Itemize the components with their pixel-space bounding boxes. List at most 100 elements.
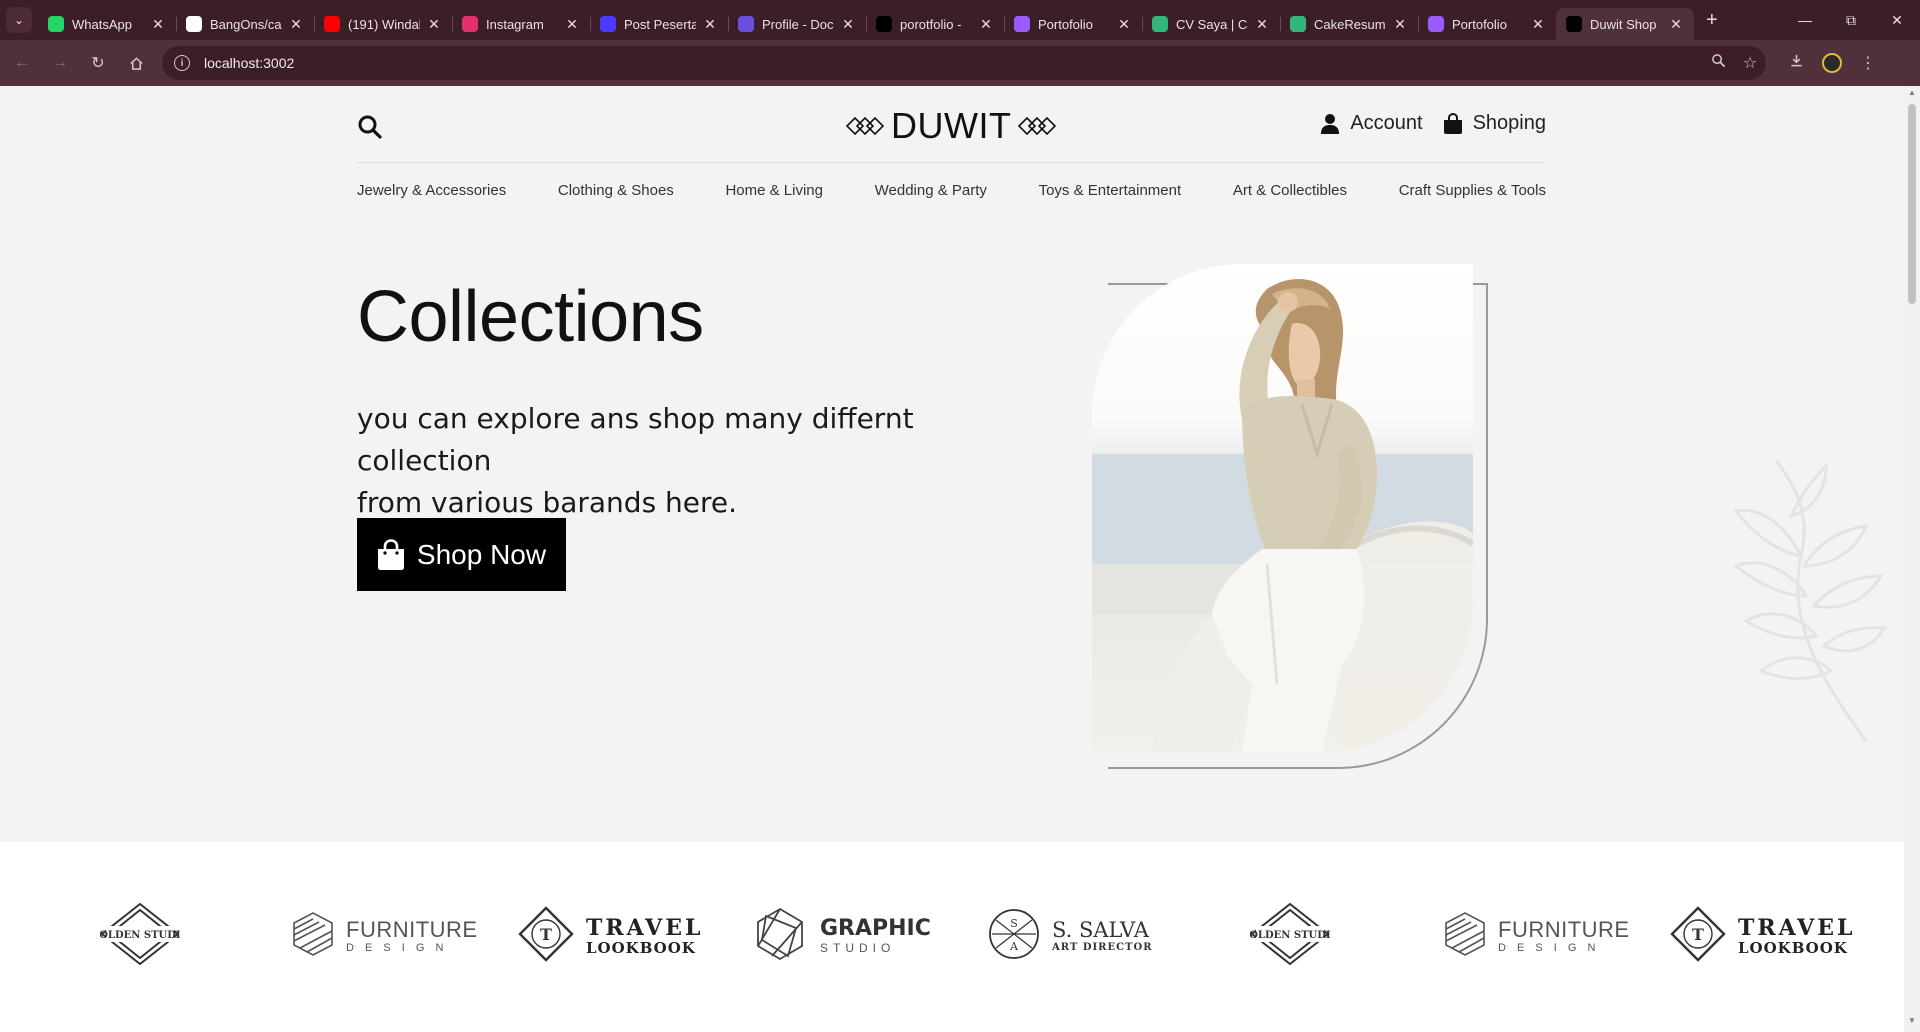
browser-tab[interactable]: Portofolio ✕	[1418, 8, 1556, 40]
hero-title: Collections	[357, 277, 704, 357]
svg-text:S: S	[1010, 917, 1018, 930]
account-label: Account	[1350, 112, 1423, 134]
browser-tab-strip: ⌄ WhatsApp ✕ BangOns/ca ✕ (191) Windal ✕ Insta…	[0, 0, 1920, 40]
brand-logo-graphic-studio[interactable]: GRAPHIC STUDIO	[752, 902, 931, 970]
reload-button[interactable]: ↻	[82, 47, 114, 79]
brand-logo-furniture-design[interactable]: FURNITURE D E S I G N	[1444, 902, 1630, 970]
restore-button[interactable]: ⧉	[1828, 0, 1874, 40]
site-logo[interactable]: DUWIT	[845, 105, 1057, 146]
browser-tab[interactable]: Post Peserta ✕	[590, 8, 728, 40]
browser-tab[interactable]: CV Saya | Ca ✕	[1142, 8, 1280, 40]
brand-logo-travel-lookbook[interactable]: T TRAVEL LOOKBOOK	[518, 902, 703, 970]
category-link[interactable]: Craft Supplies & Tools	[1399, 182, 1546, 208]
account-link[interactable]: Account	[1320, 112, 1423, 135]
vite-icon	[1428, 16, 1444, 32]
svg-text:GOLDEN STUDIO: GOLDEN STUDIO	[100, 930, 180, 941]
browser-menu-icon[interactable]: ⋮	[1850, 53, 1886, 73]
svg-text:A: A	[1009, 940, 1019, 953]
brand-logo-furniture-design[interactable]: FURNITURE D E S I G N	[292, 902, 478, 970]
tab-close-icon[interactable]: ✕	[840, 16, 856, 33]
url-text[interactable]: localhost:3002	[204, 55, 1702, 71]
github-icon	[186, 16, 202, 32]
zoom-icon	[600, 16, 616, 32]
travel-lookbook-icon: T	[518, 905, 574, 967]
tab-close-icon[interactable]: ✕	[150, 16, 166, 33]
category-link[interactable]: Jewelry & Accessories	[357, 182, 506, 208]
svg-text:T: T	[1692, 925, 1704, 944]
browser-tab[interactable]: WhatsApp ✕	[38, 8, 176, 40]
graphic-studio-icon	[752, 906, 808, 967]
svg-text:T: T	[540, 925, 552, 944]
tab-close-icon[interactable]: ✕	[978, 16, 994, 33]
category-link[interactable]: Home & Living	[725, 182, 823, 208]
bookmark-star-icon[interactable]: ☆	[1734, 53, 1766, 73]
close-window-button[interactable]: ✕	[1874, 0, 1920, 40]
shop-now-label: Shop Now	[416, 538, 547, 570]
doc-icon	[738, 16, 754, 32]
brand-logo-golden-studio[interactable]: GOLDEN STUDIO	[1241, 902, 1340, 970]
forward-button[interactable]: →	[44, 47, 76, 79]
cakeresume-icon	[1152, 16, 1168, 32]
tab-close-icon[interactable]: ✕	[426, 16, 442, 33]
furniture-design-icon	[1444, 911, 1486, 962]
category-link[interactable]: Toys & Entertainment	[1039, 182, 1182, 208]
golden-studio-icon: GOLDEN STUDIO	[91, 902, 190, 971]
download-icon[interactable]	[1778, 53, 1814, 73]
browser-tab[interactable]: BangOns/ca ✕	[176, 8, 314, 40]
hero-model-photo	[1092, 264, 1473, 752]
brand-logo-s-salva[interactable]: S A S. SALVA ART DIRECTOR	[988, 902, 1153, 970]
address-bar[interactable]: i localhost:3002 ☆	[162, 46, 1766, 80]
tab-close-icon[interactable]: ✕	[702, 16, 718, 33]
brand-logo-golden-studio[interactable]: GOLDEN STUDIO	[91, 902, 190, 971]
tab-close-icon[interactable]: ✕	[1530, 16, 1546, 33]
tab-title: CV Saya | Ca	[1176, 16, 1248, 32]
tab-close-icon[interactable]: ✕	[1668, 16, 1684, 33]
tab-search-button[interactable]: ⌄	[6, 7, 32, 33]
browser-tab[interactable]: Portofolio ✕	[1004, 8, 1142, 40]
scroll-down-arrow-icon[interactable]: ▼	[1904, 1016, 1920, 1030]
new-tab-button[interactable]: +	[1706, 9, 1718, 32]
scroll-up-arrow-icon[interactable]: ▲	[1904, 88, 1920, 102]
browser-tab[interactable]: porotfolio - ✕	[866, 8, 1004, 40]
tab-title: Profile - Doc	[762, 16, 834, 32]
scrollbar-thumb[interactable]	[1908, 104, 1916, 304]
shop-now-button[interactable]: Shop Now	[357, 518, 566, 591]
category-link[interactable]: Clothing & Shoes	[558, 182, 674, 208]
browser-tab[interactable]: CakeResume ✕	[1280, 8, 1418, 40]
cart-label: Shoping	[1472, 112, 1546, 134]
travel-lookbook-icon: T	[1670, 905, 1726, 967]
user-icon	[1321, 113, 1340, 134]
minimize-button[interactable]: —	[1782, 0, 1828, 40]
browser-toolbar: ← → ↻ i localhost:3002 ☆ ⋮	[0, 40, 1920, 86]
brand-name: TRAVEL	[586, 914, 704, 941]
decorative-leaf-icon	[1733, 460, 1886, 742]
brand-logo-travel-lookbook[interactable]: T TRAVEL LOOKBOOK	[1670, 902, 1855, 970]
shopping-cart-link[interactable]: Shoping	[1443, 112, 1546, 135]
zoom-icon[interactable]	[1702, 53, 1734, 73]
brand-tagline: LOOKBOOK	[1738, 938, 1848, 957]
category-link[interactable]: Art & Collectibles	[1233, 182, 1347, 208]
search-icon[interactable]	[357, 114, 383, 140]
browser-tab[interactable]: Instagram ✕	[452, 8, 590, 40]
back-button[interactable]: ←	[6, 47, 38, 79]
home-button[interactable]	[120, 47, 152, 79]
page-scrollbar[interactable]: ▲ ▼	[1904, 86, 1920, 1032]
tab-close-icon[interactable]: ✕	[1116, 16, 1132, 33]
tab-title: CakeResume	[1314, 16, 1386, 32]
s-salva-icon: SA	[988, 908, 1040, 965]
tab-close-icon[interactable]: ✕	[1254, 16, 1270, 33]
brand-name: TRAVEL	[1738, 914, 1856, 941]
logo-ornament-left-icon	[845, 116, 885, 136]
brand-name: GRAPHIC	[820, 916, 931, 942]
category-link[interactable]: Wedding & Party	[875, 182, 987, 208]
browser-tab[interactable]: (191) Windal ✕	[314, 8, 452, 40]
tab-title: Portofolio	[1452, 16, 1507, 32]
site-info-icon[interactable]: i	[174, 55, 190, 71]
browser-tab[interactable]: Duwit Shop ✕	[1556, 8, 1694, 40]
tab-close-icon[interactable]: ✕	[564, 16, 580, 33]
browser-tab[interactable]: Profile - Doc ✕	[728, 8, 866, 40]
profile-avatar[interactable]	[1822, 53, 1842, 73]
tab-close-icon[interactable]: ✕	[288, 16, 304, 33]
tab-close-icon[interactable]: ✕	[1392, 16, 1408, 33]
tab-title: Duwit Shop	[1590, 16, 1657, 32]
